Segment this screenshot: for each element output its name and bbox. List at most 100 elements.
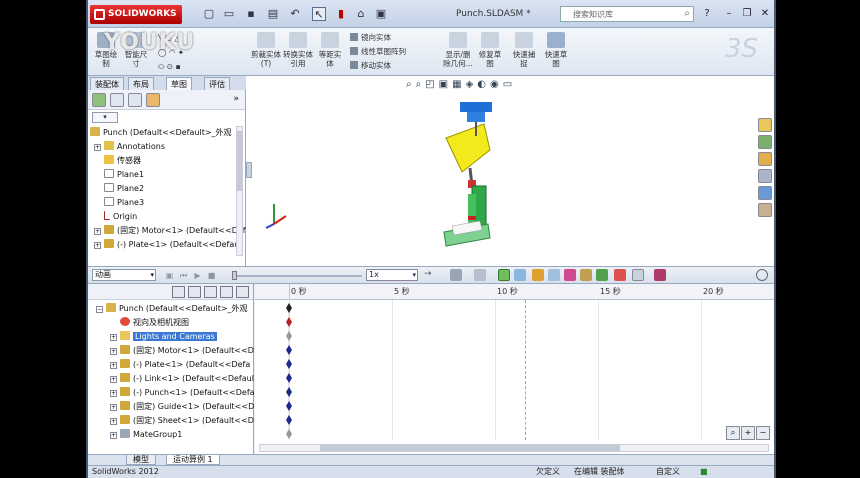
save-icon[interactable]: ▪	[244, 7, 258, 21]
play-icon[interactable]: ▶	[192, 270, 203, 281]
file-properties-icon[interactable]: ⌂	[354, 7, 368, 21]
solidworks-logo[interactable]: SOLIDWORKS	[90, 5, 182, 24]
custom-properties-icon[interactable]	[758, 203, 772, 217]
trim-entities-button[interactable]: 剪裁实体(T)	[250, 32, 282, 68]
resources-icon[interactable]	[758, 118, 772, 132]
timeline-scrollbar[interactable]	[259, 444, 769, 452]
playback-speed-select[interactable]: 1x ▾	[366, 269, 418, 281]
quick-snaps-button[interactable]: 快速捕捉	[510, 32, 538, 68]
tree-item-plane3[interactable]: Plane3	[104, 196, 144, 209]
print-icon[interactable]: ▤	[266, 7, 280, 21]
zoom-in-icon[interactable]: +	[741, 426, 755, 440]
key-point[interactable]	[286, 359, 292, 369]
slider-thumb[interactable]	[232, 271, 237, 280]
contact-icon[interactable]	[596, 269, 608, 281]
mirror-entities-button[interactable]: 镜向实体	[350, 32, 391, 43]
open-folder-icon[interactable]: ▭	[222, 7, 236, 21]
motion-item-plate[interactable]: + (-) Plate<1> (Default<<Defa	[110, 358, 250, 371]
file-explorer-icon[interactable]	[758, 152, 772, 166]
tab-evaluate[interactable]: 评估	[204, 77, 230, 90]
animation-wizard-icon[interactable]	[474, 269, 486, 281]
feature-tree-scrollbar[interactable]	[236, 126, 243, 256]
tab-sketch[interactable]: 草图	[166, 77, 192, 90]
configuration-tab-icon[interactable]	[128, 93, 142, 107]
filter-animated-icon[interactable]	[172, 286, 185, 298]
filter-driving-icon[interactable]	[188, 286, 201, 298]
key-point[interactable]	[286, 331, 292, 341]
feature-tree-tab-icon[interactable]	[92, 93, 106, 107]
damper-icon[interactable]	[564, 269, 576, 281]
properties-icon[interactable]	[654, 269, 666, 281]
repair-sketch-button[interactable]: 修复草图	[478, 32, 502, 68]
key-point[interactable]	[286, 429, 292, 439]
tab-assembly[interactable]: 装配体	[90, 77, 124, 90]
filter-icon[interactable]: ▾	[92, 112, 118, 123]
tree-item-annotations[interactable]: + Annotations	[94, 140, 165, 153]
move-entities-button[interactable]: 移动实体	[350, 60, 391, 71]
filter-results-icon[interactable]	[220, 286, 233, 298]
display-relations-button[interactable]: 显示/删除几何...	[442, 32, 474, 68]
expand-icon[interactable]: +	[110, 432, 117, 439]
graphics-area[interactable]: ⌕⌕◰▣▦◈◐◉▭	[246, 76, 774, 266]
view-palette-icon[interactable]	[758, 169, 772, 183]
key-point[interactable]	[286, 401, 292, 411]
expand-icon[interactable]: +	[110, 362, 117, 369]
tree-item-plane1[interactable]: Plane1	[104, 168, 144, 181]
rapid-sketch-button[interactable]: 快速草图	[542, 32, 570, 68]
results-plots-icon[interactable]	[632, 269, 644, 281]
panel-collapse-handle[interactable]	[246, 162, 252, 178]
motion-item-lights[interactable]: + Lights and Cameras	[110, 330, 217, 343]
spring-icon[interactable]	[548, 269, 560, 281]
help-icon[interactable]: ?	[700, 7, 714, 21]
calculate-icon[interactable]: ▣	[164, 270, 175, 281]
collapse-motion-manager-icon[interactable]	[756, 269, 768, 281]
tab-model[interactable]: 模型	[126, 455, 156, 465]
motion-item-link[interactable]: + (-) Link<1> (Default<<Defaul	[110, 372, 254, 385]
motion-item-motor[interactable]: + (固定) Motor<1> (Default<<D	[110, 344, 254, 357]
key-point[interactable]	[286, 303, 292, 313]
zoom-out-icon[interactable]: −	[756, 426, 770, 440]
study-type-select[interactable]: 动画 ▾	[92, 269, 156, 281]
expand-icon[interactable]: +	[110, 418, 117, 425]
playback-mode-icon[interactable]: →	[424, 269, 436, 281]
scrollbar-thumb[interactable]	[237, 131, 242, 191]
display-manager-tab-icon[interactable]	[146, 93, 160, 107]
autokey-icon[interactable]	[498, 269, 510, 281]
rebuild-icon[interactable]: ▮	[334, 7, 348, 21]
tab-layout[interactable]: 布局	[128, 77, 154, 90]
expand-icon[interactable]: +	[110, 404, 117, 411]
tree-item-sensors[interactable]: 传感器	[104, 154, 141, 167]
close-icon[interactable]: ✕	[758, 7, 772, 21]
save-animation-icon[interactable]	[450, 269, 462, 281]
force-icon[interactable]	[580, 269, 592, 281]
collapse-icon[interactable]: −	[96, 306, 103, 313]
search-icon[interactable]: ⌕	[684, 8, 690, 19]
tree-item-origin[interactable]: Origin	[104, 210, 137, 223]
motion-tree-root[interactable]: − Punch (Default<<Default>_外观	[96, 302, 248, 315]
restore-icon[interactable]: ❐	[740, 7, 754, 21]
motion-item-sheet[interactable]: + (固定) Sheet<1> (Default<<D	[110, 414, 254, 427]
undo-icon[interactable]: ↶	[288, 7, 302, 21]
play-from-start-icon[interactable]: ⏮	[178, 270, 189, 281]
zoom-fit-icon[interactable]: ⌕	[726, 426, 740, 440]
motion-item-guide[interactable]: + (固定) Guide<1> (Default<<D	[110, 400, 254, 413]
motion-item-punch[interactable]: + (-) Punch<1> (Default<<Defa	[110, 386, 255, 399]
expand-icon[interactable]: +	[110, 348, 117, 355]
appearances-icon[interactable]	[758, 186, 772, 200]
expand-icon[interactable]: +	[110, 390, 117, 397]
offset-entities-button[interactable]: 等距实体	[316, 32, 344, 68]
select-icon[interactable]: ↖	[312, 7, 326, 21]
motor-icon[interactable]	[532, 269, 544, 281]
add-key-icon[interactable]	[514, 269, 526, 281]
tree-root[interactable]: Punch (Default<<Default>_外观	[90, 126, 232, 139]
key-point[interactable]	[286, 373, 292, 383]
expand-icon[interactable]: +	[94, 242, 101, 249]
property-manager-tab-icon[interactable]	[110, 93, 124, 107]
tab-motion-study-1[interactable]: 运动算例 1	[166, 455, 220, 465]
motor-flange[interactable]	[467, 112, 485, 122]
polygon-tool-icon[interactable]: ⬭ ⊙ ▪	[158, 62, 181, 72]
expand-chevron-icon[interactable]: »	[233, 94, 239, 104]
motor-body[interactable]	[460, 102, 492, 112]
playback-slider[interactable]	[232, 271, 362, 280]
key-point[interactable]	[286, 317, 292, 327]
